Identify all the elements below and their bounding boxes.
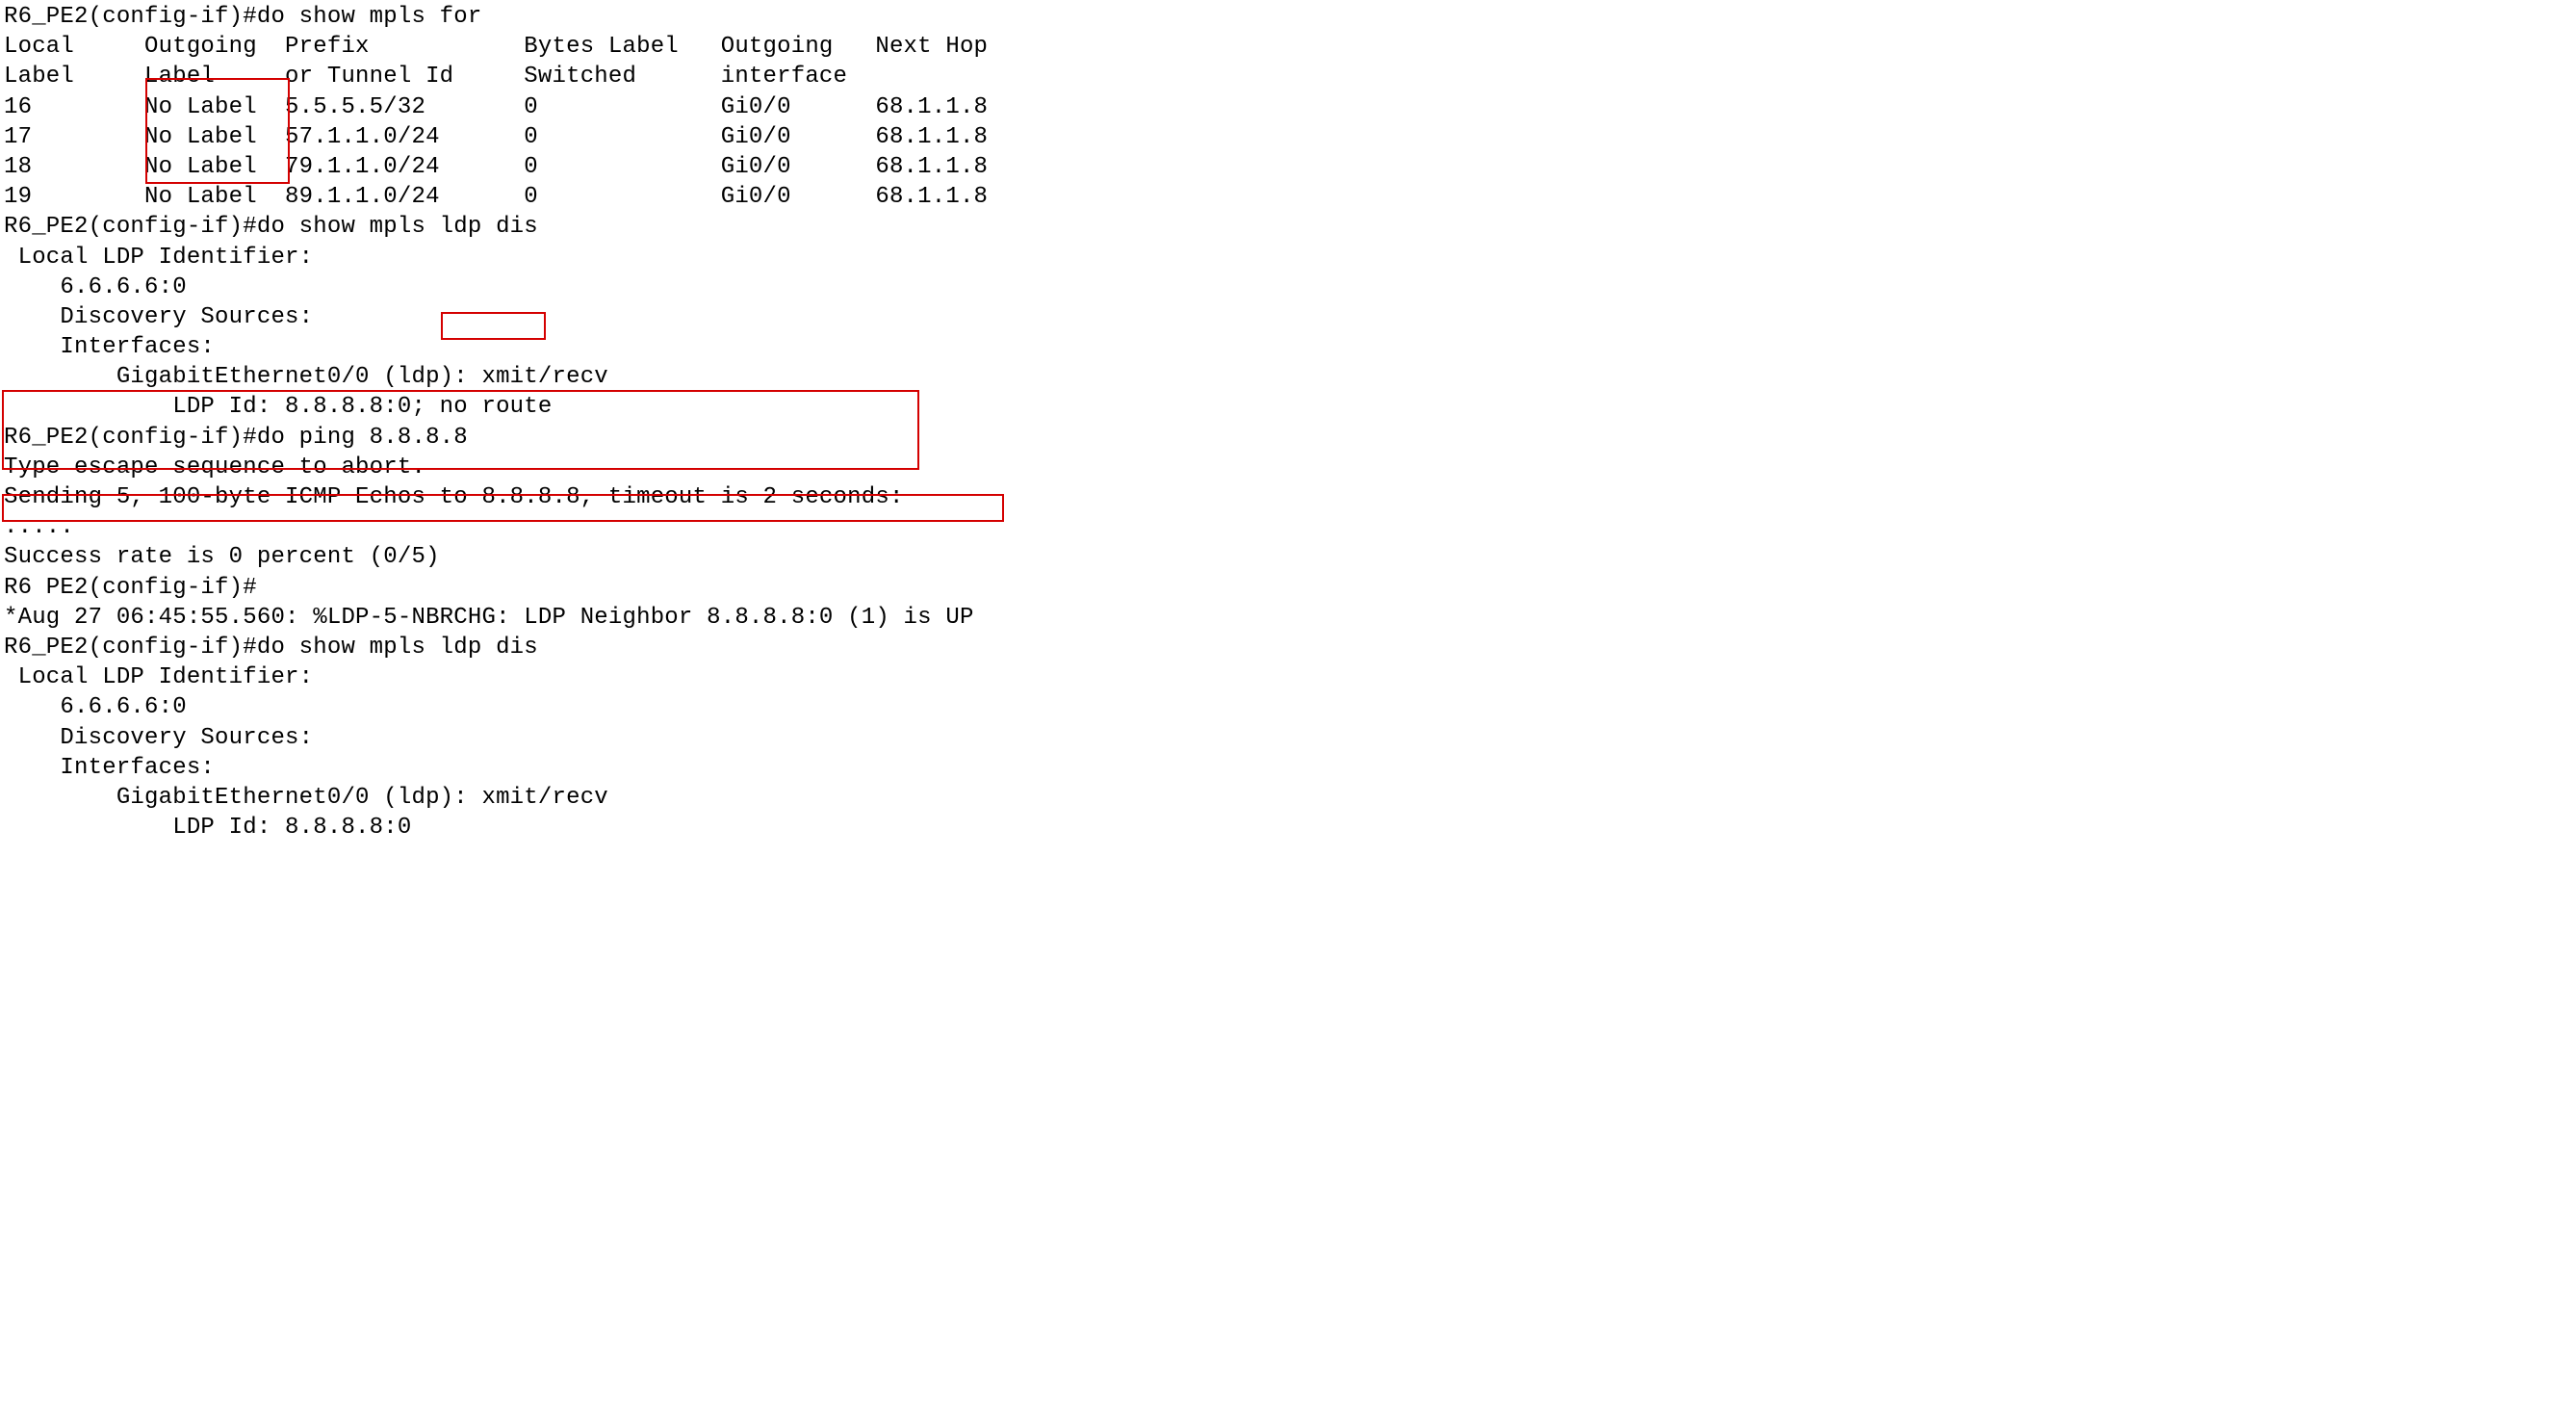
terminal-line-8: Local LDP Identifier:: [4, 245, 313, 271]
terminal-line-24: Discovery Sources:: [4, 725, 313, 751]
terminal-line-0: R6_PE2(config-if)#do show mpls for: [4, 4, 481, 30]
terminal-line-19: R6 PE2(config-if)#: [4, 575, 257, 601]
terminal-line-10: Discovery Sources:: [4, 304, 313, 330]
terminal-line-26: GigabitEthernet0/0 (ldp): xmit/recv: [4, 785, 608, 811]
terminal-line-1: Local Outgoing Prefix Bytes Label Outgoi…: [4, 34, 988, 60]
terminal-line-22: Local LDP Identifier:: [4, 664, 313, 690]
terminal-line-12: GigabitEthernet0/0 (ldp): xmit/recv: [4, 364, 608, 390]
terminal-line-11: Interfaces:: [4, 334, 215, 360]
terminal-line-17: .....: [4, 514, 74, 540]
terminal-line-6: 19 No Label 89.1.1.0/24 0 Gi0/0 68.1.1.8: [4, 184, 988, 210]
terminal-line-21: R6_PE2(config-if)#do show mpls ldp dis: [4, 635, 538, 661]
highlight-no-route: [441, 312, 546, 340]
terminal-output: R6_PE2(config-if)#do show mpls for Local…: [0, 0, 2576, 844]
terminal-line-13: LDP Id: 8.8.8.8:0; no route: [4, 394, 553, 420]
terminal-line-20: *Aug 27 06:45:55.560: %LDP-5-NBRCHG: LDP…: [4, 605, 974, 631]
terminal-line-23: 6.6.6.6:0: [4, 694, 187, 720]
terminal-line-15: Type escape sequence to abort.: [4, 454, 425, 480]
terminal-line-2: Label Label or Tunnel Id Switched interf…: [4, 64, 875, 90]
terminal-line-3: 16 No Label 5.5.5.5/32 0 Gi0/0 68.1.1.8: [4, 94, 988, 120]
terminal-line-27: LDP Id: 8.8.8.8:0: [4, 815, 411, 841]
terminal-line-9: 6.6.6.6:0: [4, 274, 187, 300]
terminal-line-7: R6_PE2(config-if)#do show mpls ldp dis: [4, 214, 538, 240]
terminal-line-16: Sending 5, 100-byte ICMP Echos to 8.8.8.…: [4, 484, 904, 510]
terminal-line-25: Interfaces:: [4, 755, 215, 781]
terminal-line-18: Success rate is 0 percent (0/5): [4, 544, 440, 570]
terminal-line-4: 17 No Label 57.1.1.0/24 0 Gi0/0 68.1.1.8: [4, 124, 988, 150]
terminal-line-5: 18 No Label 79.1.1.0/24 0 Gi0/0 68.1.1.8: [4, 154, 988, 180]
terminal-line-14: R6_PE2(config-if)#do ping 8.8.8.8: [4, 425, 468, 451]
